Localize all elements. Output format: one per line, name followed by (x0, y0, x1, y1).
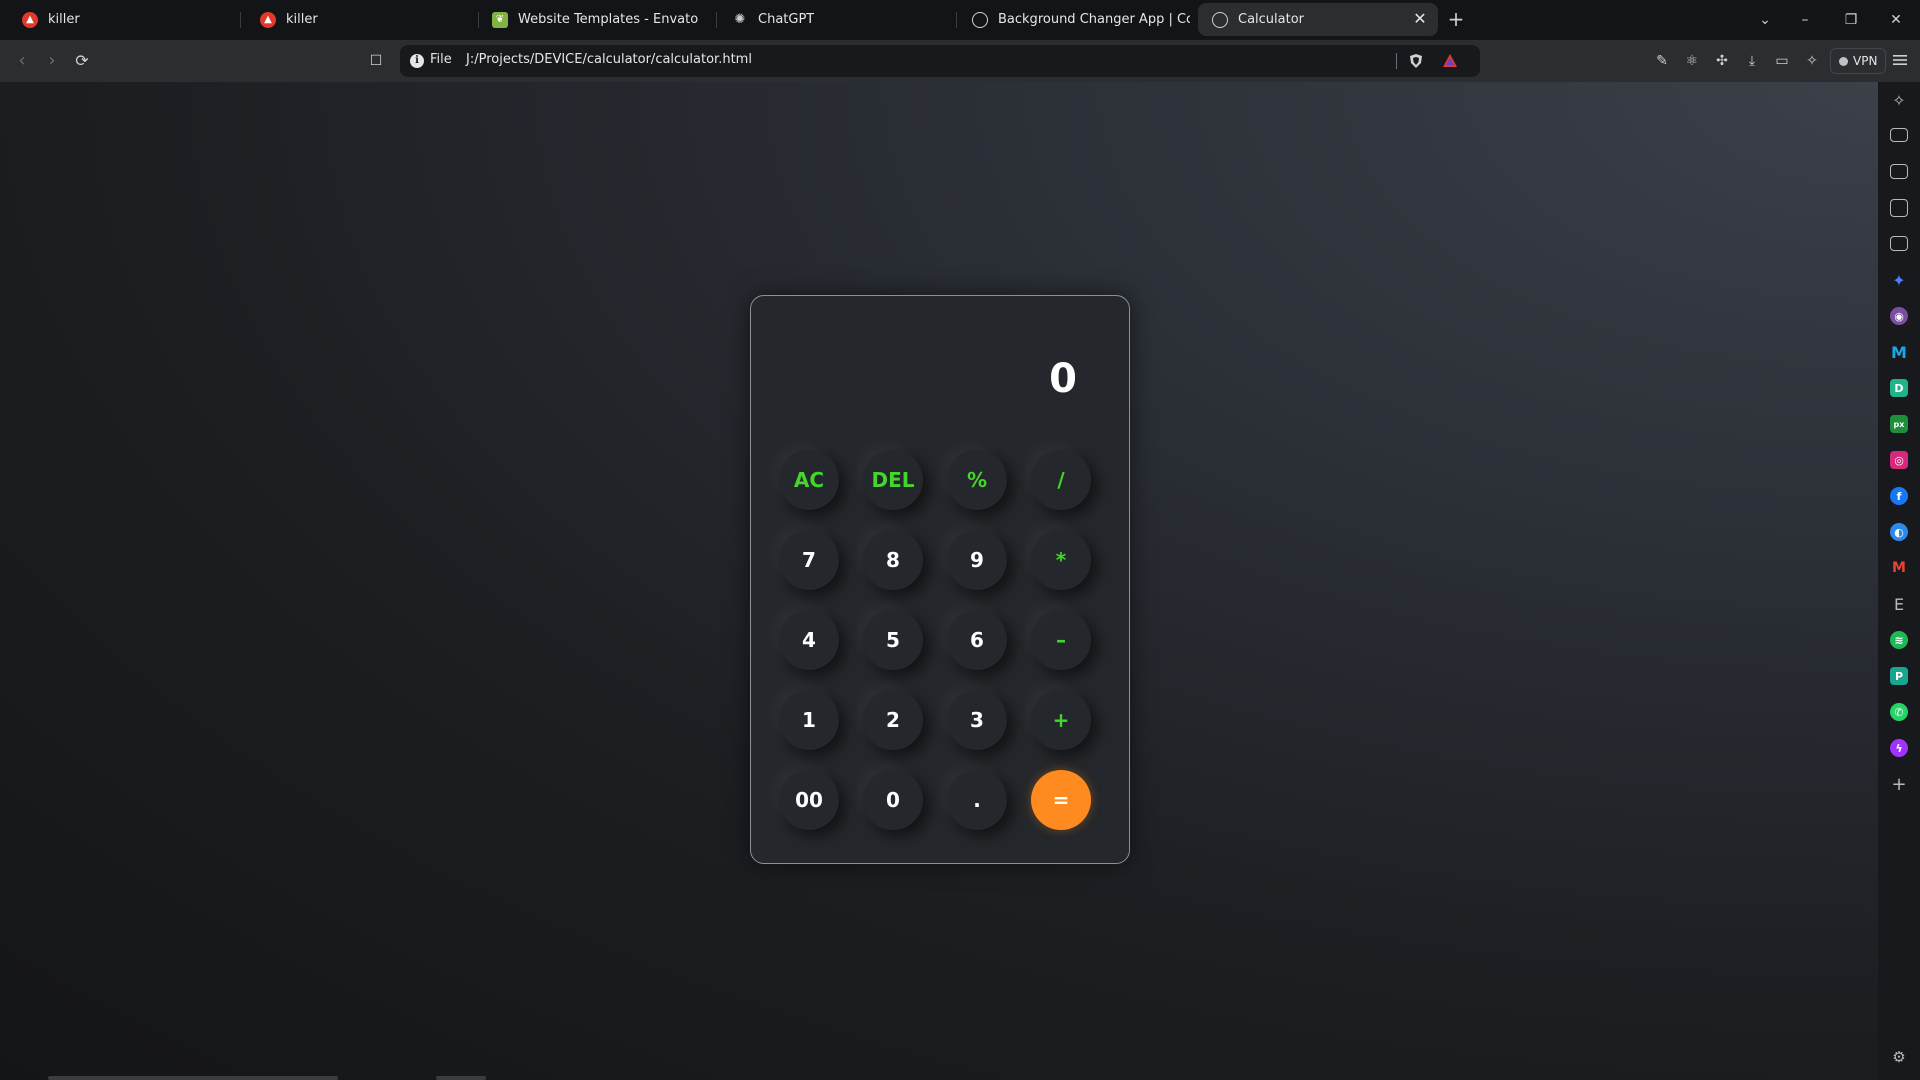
key-8[interactable]: 8 (863, 530, 923, 590)
tor-icon[interactable]: ◉ (1890, 307, 1908, 325)
tab-killer-1[interactable]: ▲ killer (8, 3, 238, 36)
tab-label: Calculator (1238, 12, 1305, 27)
scroll-indicator (48, 1076, 338, 1080)
key-4[interactable]: 4 (779, 610, 839, 670)
info-icon[interactable]: i (410, 54, 424, 68)
tab-background-changer[interactable]: Background Changer App | Coding (958, 3, 1190, 36)
tab-label: Website Templates - Envato (518, 12, 699, 27)
messenger-icon[interactable]: ϟ (1890, 739, 1908, 757)
address-bar[interactable]: i File J:/Projects/DEVICE/calculator/cal… (400, 45, 1480, 77)
key-multiply[interactable]: * (1031, 530, 1091, 590)
window-close-icon[interactable]: ✕ (1881, 8, 1911, 32)
tab-separator (240, 12, 241, 28)
key-1[interactable]: 1 (779, 690, 839, 750)
key-0[interactable]: 0 (863, 770, 923, 830)
tab-label: killer (48, 12, 80, 27)
envato-leaf-icon: ❦ (492, 11, 508, 28)
key-subtract[interactable]: – (1031, 610, 1091, 670)
key-5[interactable]: 5 (863, 610, 923, 670)
dribbble-icon[interactable]: D (1890, 379, 1908, 397)
extensions-icon[interactable]: ✣ (1712, 51, 1732, 71)
brave-shield-icon[interactable] (1408, 53, 1424, 69)
key-equals[interactable]: = (1031, 770, 1091, 830)
key-7[interactable]: 7 (779, 530, 839, 590)
hamburger-menu-icon[interactable] (1890, 50, 1910, 70)
tab-chatgpt[interactable]: ✺ ChatGPT (718, 3, 954, 36)
bookmark-icon[interactable]: ☐ (364, 49, 388, 73)
vpn-button[interactable]: VPN (1830, 48, 1887, 74)
omnibox-separator (1396, 53, 1397, 69)
vpn-status-dot (1839, 56, 1848, 66)
key-9[interactable]: 9 (947, 530, 1007, 590)
brand-a-icon: ▲ (22, 11, 38, 28)
key-6[interactable]: 6 (947, 610, 1007, 670)
globe-icon (972, 11, 988, 28)
reading-list-icon[interactable] (1890, 236, 1908, 251)
openai-icon: ✺ (734, 12, 746, 27)
bookmark-icon[interactable] (1890, 199, 1908, 217)
pinterest-icon[interactable]: P (1890, 667, 1908, 685)
browser-icon[interactable]: ◐ (1890, 523, 1908, 541)
react-devtools-icon[interactable]: ⚛ (1682, 51, 1702, 71)
restore-icon[interactable]: ❐ (1836, 8, 1866, 32)
facebook-icon[interactable]: f (1890, 487, 1908, 505)
key-clear[interactable]: AC (779, 450, 839, 510)
tab-calculator[interactable]: Calculator ✕ (1198, 3, 1438, 36)
gear-icon[interactable]: ⚙ (1890, 1048, 1908, 1066)
tab-label: killer (286, 12, 318, 27)
reload-button[interactable]: ⟳ (70, 49, 94, 73)
minimize-icon[interactable]: – (1790, 8, 1820, 32)
key-decimal[interactable]: . (947, 770, 1007, 830)
back-button[interactable]: ‹ (10, 49, 34, 73)
browser-toolbar: ‹ › ⟳ ☐ i File J:/Projects/DEVICE/calcul… (0, 40, 1920, 82)
key-3[interactable]: 3 (947, 690, 1007, 750)
tab-search-chevron-icon[interactable]: ⌄ (1750, 8, 1780, 32)
scroll-indicator (436, 1076, 486, 1080)
star-sparkle-icon[interactable]: ✦ (1890, 271, 1908, 290)
browser-sidebar: ✧ ✦ ◉ M D px ◎ f ◐ M E ≋ P ✆ ϟ + ⚙ (1878, 82, 1920, 1080)
vpn-label: VPN (1853, 54, 1878, 68)
globe-icon (1212, 11, 1228, 28)
spotify-icon[interactable]: ≋ (1890, 631, 1908, 649)
wallet-icon[interactable]: ▭ (1772, 51, 1792, 71)
key-divide[interactable]: / (1031, 450, 1091, 510)
url-text[interactable]: J:/Projects/DEVICE/calculator/calculator… (466, 52, 752, 67)
whatsapp-icon[interactable]: ✆ (1890, 703, 1908, 721)
tab-separator (716, 12, 717, 28)
add-icon[interactable]: + (1890, 774, 1908, 795)
video-icon[interactable] (1890, 128, 1908, 142)
leo-ai-icon[interactable]: ✧ (1802, 51, 1822, 71)
key-percent[interactable]: % (947, 450, 1007, 510)
instagram-icon[interactable]: ◎ (1890, 451, 1908, 469)
forward-button[interactable]: › (40, 49, 64, 73)
brand-a-icon: ▲ (260, 11, 276, 28)
calculator-display: 0 (1049, 356, 1077, 402)
calculator: 0 AC DEL % / 7 8 9 * 4 5 6 – 1 2 3 + 00 … (750, 295, 1130, 864)
envato-e-icon[interactable]: E (1890, 595, 1908, 614)
eyedropper-icon[interactable]: ✎ (1652, 51, 1672, 71)
key-delete[interactable]: DEL (863, 450, 923, 510)
malwarebytes-icon[interactable]: M (1890, 343, 1908, 362)
leo-ai-icon[interactable]: ✧ (1890, 91, 1908, 110)
close-icon[interactable]: ✕ (1412, 11, 1428, 27)
download-icon[interactable]: ⤓ (1742, 51, 1762, 71)
pixabay-icon[interactable]: px (1890, 415, 1908, 433)
key-2[interactable]: 2 (863, 690, 923, 750)
key-double-zero[interactable]: 00 (779, 770, 839, 830)
scheme-chip: File (430, 52, 452, 67)
tab-strip: ▲ killer ▲ killer ❦ Website Templates - … (0, 0, 1920, 40)
key-add[interactable]: + (1031, 690, 1091, 750)
tab-label: ChatGPT (758, 12, 815, 27)
tab-envato[interactable]: ❦ Website Templates - Envato (478, 3, 714, 36)
brave-rewards-icon[interactable] (1442, 53, 1458, 69)
wallet-icon[interactable] (1890, 164, 1908, 179)
new-tab-button[interactable]: + (1444, 8, 1468, 32)
tab-label: Background Changer App | Coding (998, 12, 1190, 27)
tab-killer-2[interactable]: ▲ killer (246, 3, 476, 36)
tab-separator (956, 12, 957, 28)
gmail-icon[interactable]: M (1890, 559, 1908, 577)
